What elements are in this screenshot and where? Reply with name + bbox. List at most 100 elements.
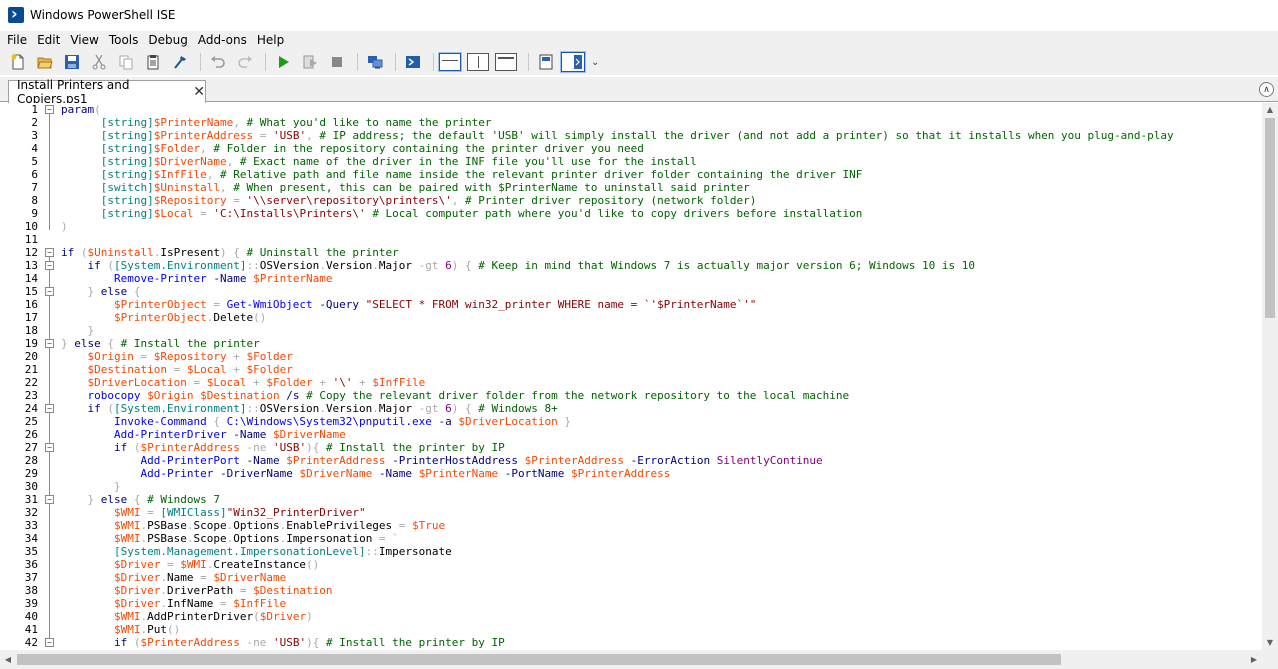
redo-icon[interactable] (233, 51, 257, 73)
code-line[interactable]: $Driver.DriverPath = $Destination (61, 584, 1261, 597)
vertical-scroll-thumb[interactable] (1265, 118, 1275, 318)
fold-toggle-icon[interactable]: − (45, 638, 54, 647)
collapse-script-pane-icon[interactable]: ∧ (1259, 82, 1274, 97)
horizontal-scroll-thumb[interactable] (17, 654, 1061, 665)
code-token: Options (233, 532, 280, 545)
fold-toggle-icon[interactable]: − (45, 339, 54, 348)
code-line[interactable]: [string]$PrinterName, # What you'd like … (61, 116, 1261, 129)
code-token: Name (166, 571, 194, 584)
line-number: 21 (24, 363, 38, 376)
code-line[interactable]: $DriverLocation = $Local + $Folder + '\'… (61, 376, 1261, 389)
code-token: $InfFile (233, 597, 287, 610)
scroll-left-icon[interactable]: ◀ (0, 650, 16, 669)
code-line[interactable]: $Origin = $Repository + $Folder (61, 350, 1261, 363)
run-icon[interactable] (271, 51, 295, 73)
menu-help[interactable]: Help (252, 31, 289, 49)
code-line[interactable]: $Driver = $WMI.CreateInstance() (61, 558, 1261, 571)
fold-toggle-icon[interactable]: − (45, 495, 54, 504)
code-line[interactable]: $Destination = $Local + $Folder (61, 363, 1261, 376)
code-line[interactable]: } (61, 324, 1261, 337)
code-line[interactable]: if ([System.Environment]::OSVersion.Vers… (61, 259, 1261, 272)
menu-tools[interactable]: Tools (104, 31, 144, 49)
cut-icon[interactable] (87, 51, 111, 73)
code-line[interactable]: $WMI.Put() (61, 623, 1261, 636)
open-icon[interactable] (33, 51, 57, 73)
clear-icon[interactable] (168, 51, 192, 73)
scroll-up-icon[interactable]: ▲ (1262, 103, 1278, 117)
code-token: if (87, 402, 101, 415)
tab-install-printers[interactable]: Install Printers and Copiers.ps1 ✕ (8, 78, 206, 106)
code-line[interactable]: [string]$InfFile, # Relative path and fi… (61, 168, 1261, 181)
code-line[interactable]: [System.Management.ImpersonationLevel]::… (61, 545, 1261, 558)
code-token: # Relative path and file name inside the… (219, 168, 863, 181)
code-line[interactable]: $WMI.AddPrinterDriver($Driver) (61, 610, 1261, 623)
code-line[interactable]: $Driver.InfName = $InfFile (61, 597, 1261, 610)
code-line[interactable]: Remove-Printer -Name $PrinterName (61, 272, 1261, 285)
run-selection-icon[interactable] (298, 51, 322, 73)
menu-file[interactable]: File (2, 31, 32, 49)
code-line[interactable]: Add-Printer -DriverName $DriverName -Nam… (61, 467, 1261, 480)
code-line[interactable]: if ($Uninstall.IsPresent) { # Uninstall … (61, 246, 1261, 259)
fold-toggle-icon[interactable]: − (45, 443, 54, 452)
undo-icon[interactable] (206, 51, 230, 73)
code-line[interactable]: $WMI.PSBase.Scope.Options.EnablePrivileg… (61, 519, 1261, 532)
paste-icon[interactable] (141, 51, 165, 73)
menu-debug[interactable]: Debug (143, 31, 192, 49)
code-line[interactable]: } (61, 480, 1261, 493)
code-line[interactable]: if ($PrinterAddress -ne 'USB'){ # Instal… (61, 636, 1261, 649)
vertical-scrollbar[interactable]: ▲ ▼ (1262, 103, 1278, 650)
code-line[interactable]: [string]$Local = 'C:\Installs\Printers\'… (61, 207, 1261, 220)
code-line[interactable]: param( (61, 103, 1261, 116)
fold-toggle-icon[interactable]: − (45, 404, 54, 413)
code-token: '\\server\repository\printers\' (246, 194, 452, 207)
code-line[interactable]: [string]$DriverName, # Exact name of the… (61, 155, 1261, 168)
script-editor[interactable]: 1 2 3 4 5 6 7 8 9 10 11 12 13 14 15 16 17 18 19 20 21 22 23 24 2… (0, 103, 1262, 650)
new-icon[interactable] (6, 51, 30, 73)
code-line[interactable]: [string]$Repository = '\\server\reposito… (61, 194, 1261, 207)
toolbar-more-icon[interactable]: ⌄ (591, 57, 599, 68)
show-command-icon[interactable] (534, 51, 558, 73)
code-line[interactable]: Invoke-Command { C:\Windows\System32\pnp… (61, 415, 1261, 428)
remote-icon[interactable] (363, 51, 387, 73)
code-line[interactable]: [string]$PrinterAddress = 'USB', # IP ad… (61, 129, 1261, 142)
code-line[interactable]: robocopy $Origin $Destination /s # Copy … (61, 389, 1261, 402)
code-line[interactable]: } else { # Windows 7 (61, 493, 1261, 506)
copy-icon[interactable] (114, 51, 138, 73)
code-line[interactable] (61, 233, 1261, 246)
scroll-down-icon[interactable]: ▼ (1262, 636, 1278, 650)
code-line[interactable]: $WMI = [WMIClass]"Win32_PrinterDriver" (61, 506, 1261, 519)
code-line[interactable]: [string]$Folder, # Folder in the reposit… (61, 142, 1261, 155)
code-line[interactable]: $WMI.PSBase.Scope.Options.Impersonation … (61, 532, 1261, 545)
code-line[interactable]: if ($PrinterAddress -ne 'USB'){ # Instal… (61, 441, 1261, 454)
pane-max-icon[interactable] (495, 53, 517, 71)
close-icon[interactable]: ✕ (193, 84, 205, 100)
show-addon-icon[interactable] (561, 52, 585, 72)
code-line[interactable]: if ([System.Environment]::OSVersion.Vers… (61, 402, 1261, 415)
horizontal-scrollbar[interactable]: ◀ ▶ (0, 650, 1262, 669)
code-token: Get-WmiObject (226, 298, 313, 311)
code-line[interactable]: ) (61, 220, 1261, 233)
fold-toggle-icon[interactable]: − (45, 287, 54, 296)
save-icon[interactable] (60, 51, 84, 73)
line-number: 15 (24, 285, 38, 298)
code-area[interactable]: param( [string]$PrinterName, # What you'… (61, 103, 1261, 650)
stop-icon[interactable] (325, 51, 349, 73)
menu-edit[interactable]: Edit (32, 31, 65, 49)
code-line[interactable]: $PrinterObject.Delete() (61, 311, 1261, 324)
code-line[interactable]: $PrinterObject = Get-WmiObject -Query "S… (61, 298, 1261, 311)
menu-addons[interactable]: Add-ons (193, 31, 252, 49)
fold-toggle-icon[interactable]: − (45, 105, 54, 114)
menu-view[interactable]: View (65, 31, 103, 49)
scroll-right-icon[interactable]: ▶ (1246, 650, 1262, 669)
pane-top-icon[interactable] (439, 53, 461, 71)
code-line[interactable]: Add-PrinterDriver -Name $DriverName (61, 428, 1261, 441)
code-line[interactable]: } else { (61, 285, 1261, 298)
code-line[interactable]: } else { # Install the printer (61, 337, 1261, 350)
fold-toggle-icon[interactable]: − (45, 261, 54, 270)
pane-right-icon[interactable] (467, 53, 489, 71)
code-line[interactable]: $Driver.Name = $DriverName (61, 571, 1261, 584)
code-line[interactable]: Add-PrinterPort -Name $PrinterAddress -P… (61, 454, 1261, 467)
fold-toggle-icon[interactable]: − (45, 248, 54, 257)
code-line[interactable]: [switch]$Uninstall, # When present, this… (61, 181, 1261, 194)
console-icon[interactable] (401, 51, 425, 73)
